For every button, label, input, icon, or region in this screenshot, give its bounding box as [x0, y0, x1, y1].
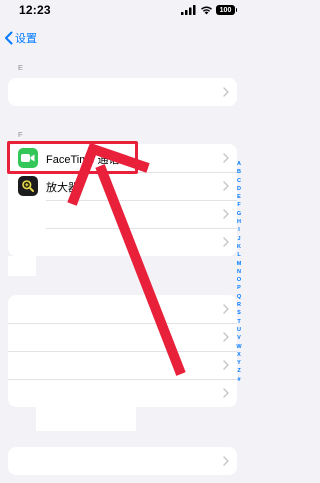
index-letter[interactable]: E	[237, 193, 241, 201]
chevron-right-icon	[223, 87, 229, 97]
back-button[interactable]: 设置	[0, 28, 37, 48]
chevron-right-icon	[223, 237, 229, 247]
redacted-block	[36, 405, 136, 431]
signal-icon	[181, 5, 196, 15]
index-letter[interactable]: V	[237, 334, 241, 342]
index-letter[interactable]: F	[237, 201, 240, 209]
index-letter[interactable]: B	[237, 168, 241, 176]
wifi-icon	[201, 6, 212, 15]
list-item[interactable]	[8, 228, 237, 256]
index-letter[interactable]: A	[237, 160, 241, 168]
index-letter[interactable]: H	[237, 218, 241, 226]
chevron-right-icon	[223, 153, 229, 163]
index-letter[interactable]: P	[237, 284, 241, 292]
chevron-right-icon	[223, 456, 229, 466]
index-letter[interactable]: Y	[237, 359, 241, 367]
list-item[interactable]	[8, 351, 237, 379]
index-letter[interactable]: W	[236, 343, 241, 351]
index-letter[interactable]: L	[237, 251, 240, 259]
index-letter[interactable]: O	[237, 276, 241, 284]
index-letter[interactable]: U	[237, 326, 241, 334]
redacted-block	[8, 256, 36, 276]
index-letter[interactable]: I	[238, 226, 240, 234]
chevron-right-icon	[223, 209, 229, 219]
chevron-right-icon	[223, 388, 229, 398]
list-item[interactable]	[8, 323, 237, 351]
list-item[interactable]	[8, 379, 237, 407]
index-letter[interactable]: Z	[237, 367, 240, 375]
chevron-right-icon	[223, 332, 229, 342]
magnifier-label: 放大器	[46, 182, 79, 194]
index-letter[interactable]: K	[237, 243, 241, 251]
index-letter[interactable]: D	[237, 185, 241, 193]
index-letter[interactable]: S	[237, 309, 241, 317]
lower-group	[8, 295, 237, 407]
back-label: 设置	[15, 33, 37, 45]
status-time: 12:23	[19, 3, 51, 17]
alphabet-index[interactable]: A B C D E F G H I J K L M N O P Q R S T U V W X Y Z #	[233, 160, 245, 384]
magnifier-row[interactable]: 放大器	[8, 172, 237, 200]
index-letter[interactable]: G	[237, 210, 241, 218]
index-letter[interactable]: J	[237, 235, 240, 243]
bottom-group	[8, 447, 237, 475]
index-letter[interactable]: N	[237, 268, 241, 276]
battery-icon: 100	[216, 5, 237, 15]
section-header-f: F	[18, 130, 23, 139]
list-item[interactable]	[8, 295, 237, 323]
status-icons: 100	[181, 5, 237, 15]
index-letter[interactable]: Q	[237, 293, 241, 301]
chevron-left-icon	[5, 31, 13, 45]
index-letter[interactable]: C	[237, 177, 241, 185]
index-letter[interactable]: M	[237, 260, 242, 268]
index-letter[interactable]: R	[237, 301, 241, 309]
section-e-group	[8, 78, 237, 106]
highlight-box	[7, 141, 138, 174]
magnifier-icon	[18, 176, 38, 196]
status-bar: 12:23 100	[0, 0, 245, 22]
index-letter[interactable]: T	[237, 318, 240, 326]
index-letter[interactable]: #	[237, 376, 240, 384]
list-item[interactable]	[8, 447, 237, 475]
chevron-right-icon	[223, 304, 229, 314]
chevron-right-icon	[223, 360, 229, 370]
list-item[interactable]	[8, 200, 237, 228]
section-header-e: E	[18, 63, 24, 72]
chevron-right-icon	[223, 181, 229, 191]
index-letter[interactable]: X	[237, 351, 241, 359]
list-item[interactable]	[8, 78, 237, 106]
battery-level: 100	[219, 6, 232, 14]
